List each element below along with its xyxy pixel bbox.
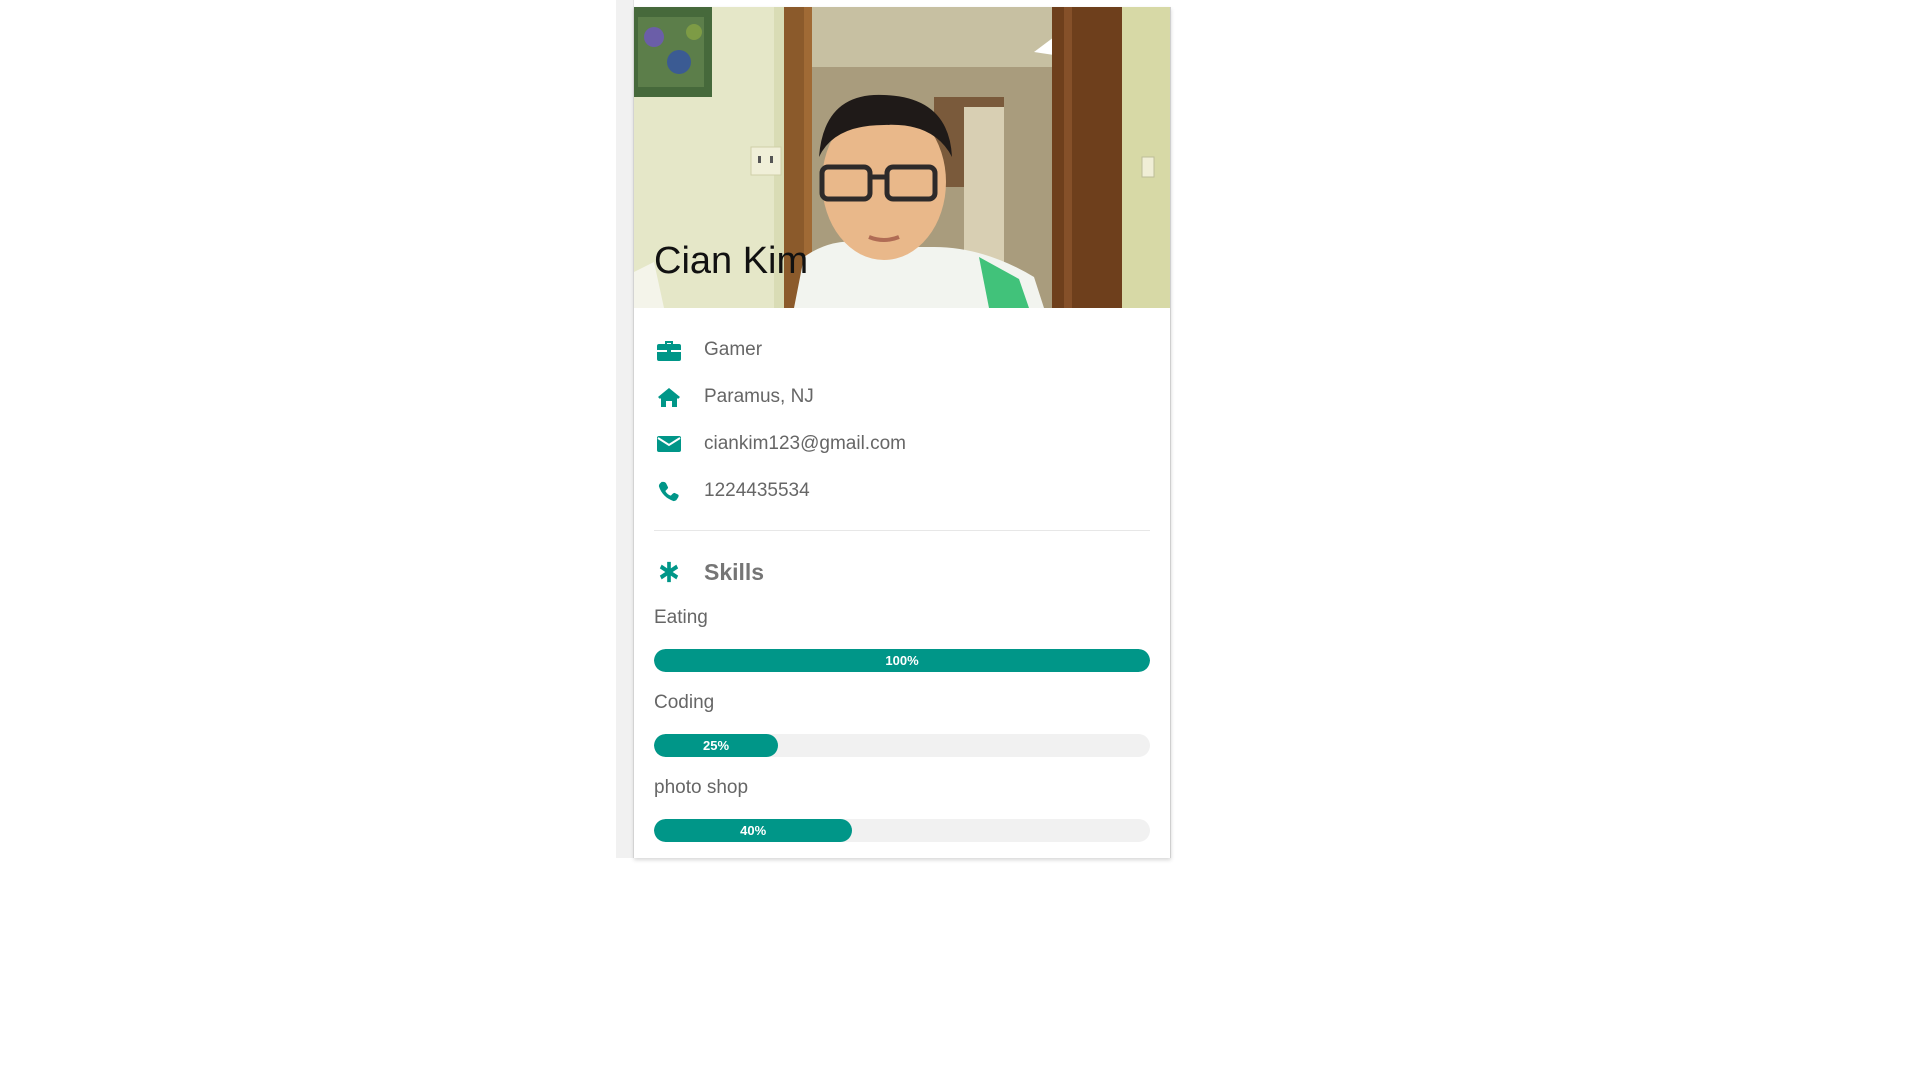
skill-progress-bar: 100% (654, 649, 1150, 672)
briefcase-icon (654, 335, 684, 365)
skill-label: Eating (654, 607, 708, 628)
skill-label: photo shop (654, 777, 749, 798)
skill-label: Coding (654, 692, 715, 713)
home-icon (654, 382, 684, 412)
phone-text: 1224435534 (704, 479, 810, 501)
email-text: ciankim123@gmail.com (704, 432, 906, 454)
skills-title: Skills (704, 558, 765, 585)
skill-item: Coding 25% (634, 692, 1170, 757)
contact-info-list: Gamer Paramus, NJ ciankim123@gmail.com 1… (634, 308, 1170, 514)
skill-item: Eating 100% (634, 607, 1170, 672)
skill-progress-label: 100% (885, 653, 919, 668)
asterisk-icon (654, 557, 684, 587)
skill-progress-bar: 40% (654, 819, 1150, 842)
phone-icon (654, 476, 684, 506)
envelope-icon (654, 429, 684, 459)
occupation-text: Gamer (704, 338, 763, 360)
email-row: ciankim123@gmail.com (654, 420, 1150, 467)
location-row: Paramus, NJ (654, 373, 1150, 420)
skill-item: photo shop 40% (634, 777, 1170, 842)
skill-progress-label: 40% (740, 823, 767, 838)
phone-row: 1224435534 (654, 467, 1150, 514)
skill-progress-fill: 25% (654, 734, 778, 757)
profile-photo: Cian Kim (634, 7, 1170, 308)
left-page-gutter (616, 0, 634, 858)
profile-card: Cian Kim Gamer Paramus, NJ ciankim123@gm… (634, 7, 1171, 858)
location-text: Paramus, NJ (704, 385, 814, 407)
skills-header: Skills (634, 531, 1170, 587)
occupation-row: Gamer (654, 326, 1150, 373)
profile-name: Cian Kim (654, 240, 809, 282)
skill-progress-fill: 40% (654, 819, 853, 842)
skill-progress-fill: 100% (654, 649, 1150, 672)
skill-progress-bar: 25% (654, 734, 1150, 757)
skill-progress-label: 25% (702, 738, 730, 753)
